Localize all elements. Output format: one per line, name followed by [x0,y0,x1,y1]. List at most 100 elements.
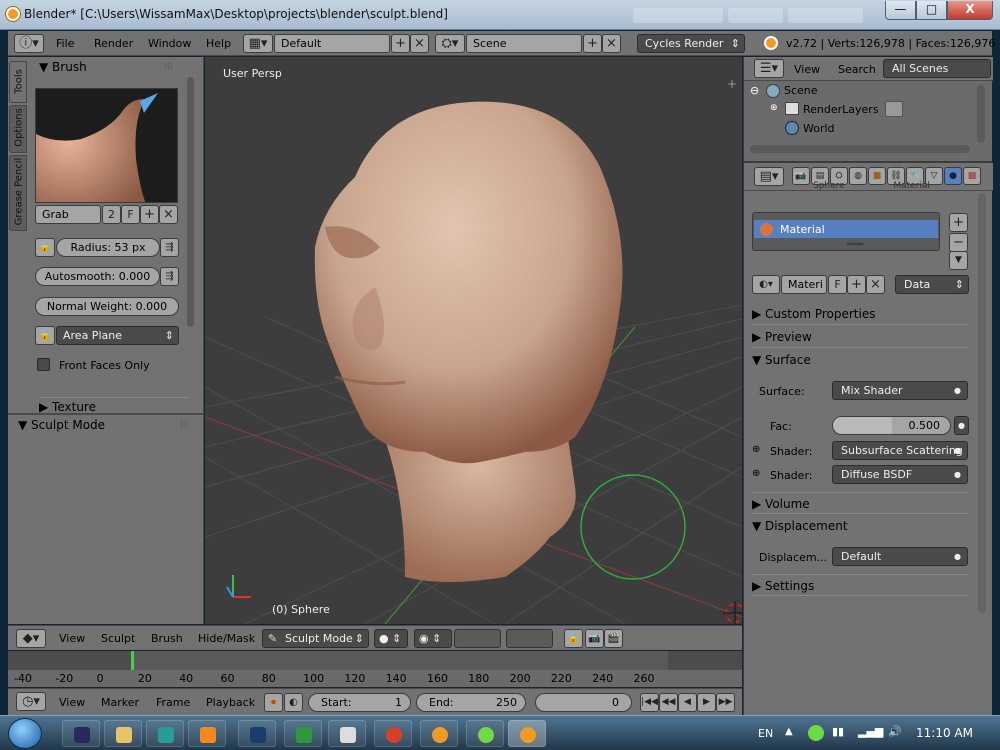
maximize-button[interactable]: □ [916,1,947,20]
expand-shader2-icon[interactable]: ⊕ [752,468,760,479]
taskbar-app-chrome[interactable] [374,720,412,747]
autosmooth-slider[interactable]: Autosmooth: 0.000 [35,267,160,286]
current-frame-marker[interactable] [131,651,134,671]
drag-handle-icon[interactable]: ⁞⁞⁞ [164,62,173,72]
drag-handle-icon[interactable]: ⁞⁞⁞ [180,420,189,430]
remove-material-slot-icon[interactable]: − [949,233,968,252]
menu-help[interactable]: Help [206,37,231,50]
volume-panel-header[interactable]: ▶ Volume [752,492,968,514]
unlink-brush-icon[interactable]: × [159,205,178,224]
blender-app-icon[interactable] [6,7,20,21]
unlink-material-icon[interactable]: × [866,275,885,294]
plane-lock-icon[interactable]: 🔓 [35,326,55,345]
surface-shader-dropdown[interactable]: Mix Shader ● [832,381,968,400]
expand-icon[interactable]: ⊕ [770,103,778,113]
tray-volume-icon[interactable]: 🔊 [888,725,902,738]
render-tab-icon[interactable]: 📷 [792,167,810,185]
3d-viewport[interactable]: User Persp (0) Sphere + [205,57,742,624]
pivot-dropdown[interactable]: ◉ ⇕ [414,629,452,648]
taskbar-app-blender-active[interactable] [508,720,546,747]
play-icon[interactable]: ▶ [697,693,716,712]
minimize-button[interactable]: — [885,1,916,20]
layer-buttons-1[interactable] [454,629,501,648]
surface-panel-header[interactable]: ▼ Surface [752,349,968,371]
lock-camera-icon[interactable]: 🔒 [564,629,583,648]
editor-type-cube-icon[interactable]: ◆▾ [16,629,46,648]
outliner-item-world[interactable]: World [803,122,835,135]
close-button[interactable]: X [947,1,993,20]
language-indicator[interactable]: EN [758,727,773,740]
brush-panel-header[interactable]: ▼ Brush [39,60,87,74]
menu-view[interactable]: View [59,632,85,645]
brush-name-field[interactable]: Grab [35,205,101,224]
menu-render[interactable]: Render [94,37,133,50]
taskbar-app-explorer[interactable] [104,720,142,747]
render-image-icon[interactable]: 📷 [585,629,604,648]
taskbar-app-photoshop[interactable] [238,720,276,747]
tray-network-icon[interactable]: ▮▮ [832,725,844,738]
info-editor-type-button[interactable]: ⓘ▾ [14,34,44,53]
properties-editor-icon[interactable]: ▤▾ [754,167,784,186]
viewport-shading-dropdown[interactable]: ● ⇕ [374,629,408,648]
material-browse-icon[interactable]: ◐▾ [752,275,780,294]
properties-scrollbar[interactable] [978,193,986,613]
tab-options[interactable]: Options [9,105,27,153]
taskbar-app-unity[interactable] [328,720,366,747]
taskbar-app-aftereffects[interactable] [62,720,100,747]
outliner-filter-dropdown[interactable]: All Scenes [883,59,991,78]
tool-shelf-scrollbar[interactable] [187,77,194,327]
tray-signal-icon[interactable]: ▂▄▆ [858,725,883,738]
tab-tools[interactable]: Tools [9,61,27,103]
properties-toggle-icon[interactable]: + [727,77,737,91]
outliner-horizontal-scrollbar[interactable] [750,145,970,153]
radius-pressure-icon[interactable]: ⇶ [160,238,179,257]
menu-file[interactable]: File [56,37,74,50]
menu-brush[interactable]: Brush [151,632,183,645]
timeline-menu-frame[interactable]: Frame [156,696,190,709]
settings-panel-header[interactable]: ▶ Settings [752,574,968,596]
radius-slider[interactable]: Radius: 53 px [56,238,160,257]
outliner-menu-view[interactable]: View [794,63,820,76]
shader2-dropdown[interactable]: Diffuse BSDF ● [832,465,968,484]
taskbar-app-upwork[interactable] [466,720,504,747]
outliner-vertical-scrollbar[interactable] [977,85,985,143]
screen-layout-field[interactable]: Default [274,34,390,53]
outliner-editor-icon[interactable]: ☰▾ [754,59,784,78]
new-brush-icon[interactable]: + [140,205,159,224]
collapse-scene-icon[interactable]: ⊖ [750,84,759,97]
menu-window[interactable]: Window [148,37,191,50]
scene-field[interactable]: Scene [466,34,582,53]
fac-slider[interactable]: 0.500 [832,416,951,435]
displacement-panel-header[interactable]: ▼ Displacement [752,515,968,537]
add-material-slot-icon[interactable]: + [949,213,968,232]
sculpt-mode-panel-header[interactable]: ▼ Sculpt Mode [18,418,105,432]
menu-hide-mask[interactable]: Hide/Mask [198,632,255,645]
texture-panel-header[interactable]: ▶ Texture [39,397,189,414]
texture-tab-icon[interactable]: ▩ [963,167,981,185]
jump-start-icon[interactable]: |◀◀ [640,693,659,712]
menu-sculpt[interactable]: Sculpt [101,632,135,645]
radius-unit-lock-icon[interactable]: 🔓 [35,238,55,257]
taskbar-app-media[interactable] [188,720,226,747]
auto-keying-icon[interactable]: ⏺ [264,693,283,712]
jump-keyframe-back-icon[interactable]: ◀◀ [659,693,678,712]
timeline[interactable]: -40 -20 0 20 40 60 80 100 120 140 160 180 200 220 240 2… [8,651,742,687]
mode-dropdown[interactable]: ✎ Sculpt Mode ⇕ [262,629,369,648]
end-frame-field[interactable]: End: 250 [416,693,526,712]
material-fake-user-button[interactable]: F [828,275,847,294]
fac-link-socket-icon[interactable]: ● [954,416,969,435]
shader1-dropdown[interactable]: Subsurface Scattering ● [832,441,968,460]
timeline-menu-view[interactable]: View [59,696,85,709]
outliner-item-scene[interactable]: Scene [784,84,818,97]
tab-grease-pencil[interactable]: Grease Pencil [9,155,27,231]
expand-shader1-icon[interactable]: ⊕ [752,444,760,455]
material-datablock-field[interactable]: Materi [781,275,827,294]
start-button[interactable] [8,718,42,749]
play-reverse-icon[interactable]: ◀ [678,693,697,712]
tray-upwork-icon[interactable] [808,725,824,741]
show-hidden-icons[interactable]: ▲ [785,726,793,737]
custom-properties-panel-header[interactable]: ▶ Custom Properties [752,303,968,325]
list-resize-handle[interactable]: ═══ [847,240,863,250]
add-scene-icon[interactable]: + [583,34,602,53]
current-frame-field[interactable]: 0 [535,693,632,712]
